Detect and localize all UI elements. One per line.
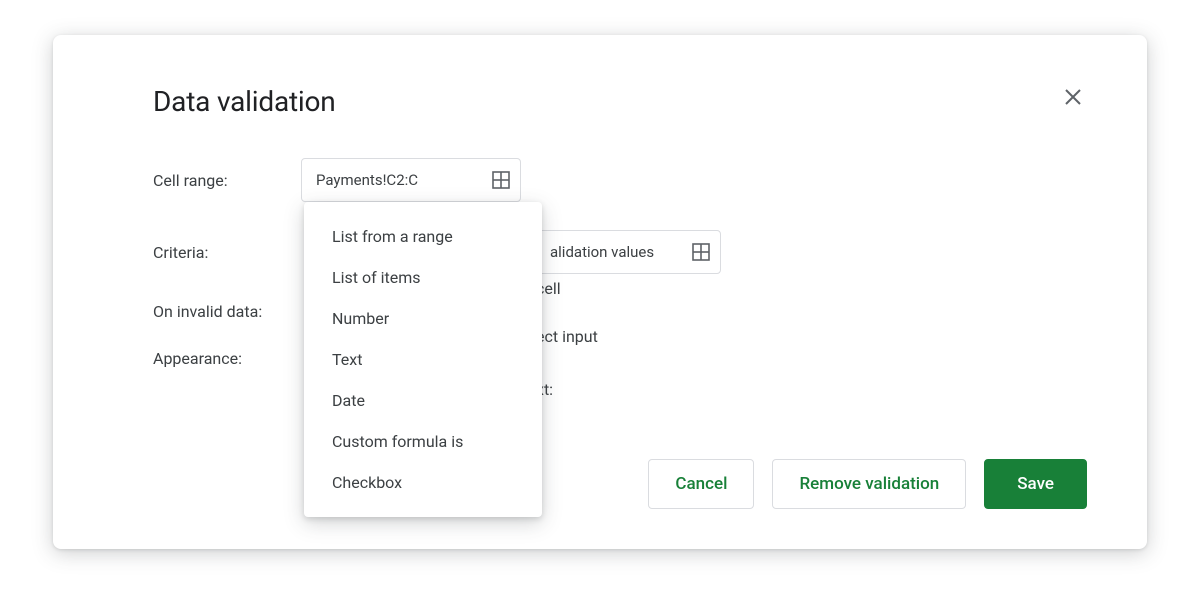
data-validation-dialog: Data validation Cell range: Payments!C2:… [53,35,1147,549]
criteria-label: Criteria: [153,243,301,262]
dropdown-item-checkbox[interactable]: Checkbox [304,462,542,503]
dropdown-item-list-of-items[interactable]: List of items [304,257,542,298]
dialog-title: Data validation [153,85,1087,118]
reject-input-fragment: ect input [536,327,598,346]
criteria-dropdown: List from a range List of items Number T… [304,202,542,517]
criteria-values-input[interactable]: alidation values [535,230,721,274]
grid-icon[interactable] [692,243,710,261]
criteria-row: Criteria: alidation values [153,230,1087,274]
dropdown-item-number[interactable]: Number [304,298,542,339]
on-invalid-row: On invalid data: [153,302,1087,321]
remove-validation-button[interactable]: Remove validation [772,459,966,509]
dialog-actions: Cancel Remove validation Save [648,459,1087,509]
close-button[interactable] [1059,85,1087,113]
cell-range-row: Cell range: Payments!C2:C [153,158,1087,202]
dropdown-item-date[interactable]: Date [304,380,542,421]
cell-range-input[interactable]: Payments!C2:C [301,158,521,202]
dropdown-item-list-from-range[interactable]: List from a range [304,216,542,257]
cell-range-label: Cell range: [153,171,301,190]
cell-range-value: Payments!C2:C [316,171,418,189]
on-invalid-label: On invalid data: [153,302,301,321]
dropdown-item-text[interactable]: Text [304,339,542,380]
close-icon [1064,88,1082,110]
save-button[interactable]: Save [984,459,1087,509]
criteria-values-text: alidation values [550,243,654,261]
cancel-button[interactable]: Cancel [648,459,754,509]
dropdown-item-custom-formula[interactable]: Custom formula is [304,421,542,462]
appearance-label: Appearance: [153,349,301,368]
appearance-row: Appearance: [153,349,1087,368]
grid-icon[interactable] [492,171,510,189]
